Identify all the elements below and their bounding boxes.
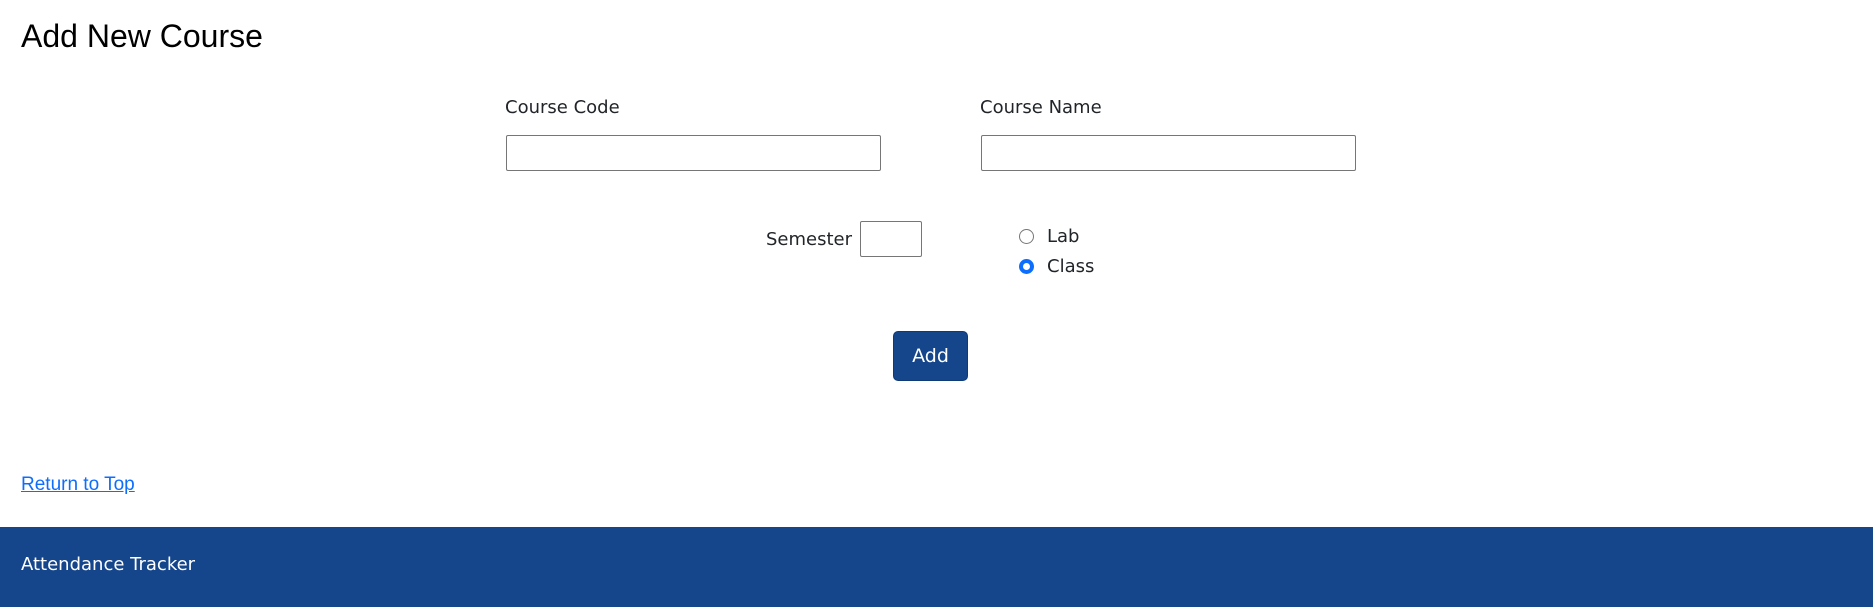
footer-app-name: Attendance Tracker [21, 554, 196, 575]
course-code-label: Course Code [505, 97, 620, 118]
radio-lab[interactable] [1019, 228, 1034, 244]
course-code-input[interactable] [506, 135, 881, 171]
return-to-top-link[interactable]: Return to Top [21, 474, 135, 496]
radio-option-lab[interactable]: Lab [1019, 223, 1079, 249]
course-name-input[interactable] [981, 135, 1356, 171]
radio-lab-label[interactable]: Lab [1047, 226, 1079, 247]
add-button[interactable]: Add [893, 331, 968, 381]
semester-input[interactable] [860, 221, 922, 257]
footer: Attendance Tracker [0, 527, 1873, 607]
radio-option-class[interactable]: Class [1019, 253, 1094, 279]
radio-class-label[interactable]: Class [1047, 256, 1094, 277]
course-name-label: Course Name [980, 97, 1102, 118]
semester-label: Semester [766, 229, 853, 250]
page-title: Add New Course [21, 18, 263, 54]
radio-class[interactable] [1019, 258, 1034, 274]
